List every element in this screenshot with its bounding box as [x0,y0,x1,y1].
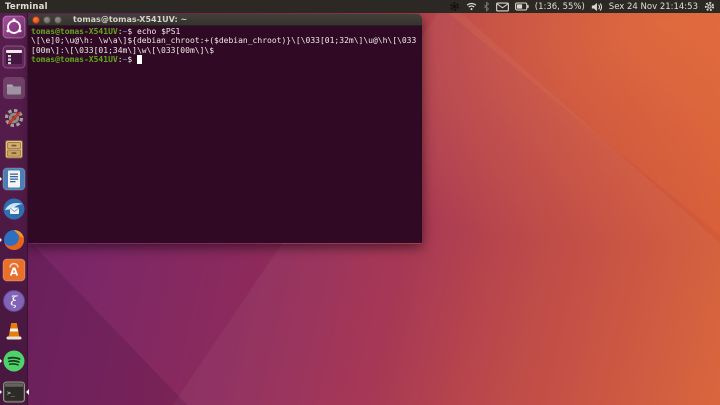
launcher-item-files[interactable] [2,76,26,100]
spotify-icon [2,349,26,373]
battery-icon[interactable] [514,2,529,11]
launcher-item-firefox[interactable] [0,228,26,252]
terminal-icon: >_ [2,380,26,404]
prompt-text: tomas@tomas-X541UV [31,54,118,64]
terminal-text: echo $PS1 [137,27,181,36]
close-button[interactable] [32,15,40,24]
vlc-icon [2,319,26,343]
terminal-line: tomas@tomas-X541UV:~$ echo $PS1 [31,27,419,36]
launcher-item-home-folder[interactable] [2,137,26,161]
desktop-window-icon [2,45,26,69]
launcher-item-settings[interactable] [2,106,26,130]
running-indicator [0,236,2,243]
svg-text:A: A [9,266,18,279]
terminal-screen[interactable]: tomas@tomas-X541UV:~$ echo $PS1 \[\e]0;\u… [28,26,422,243]
session-gear-icon[interactable] [704,1,715,12]
thunderbird-icon [2,197,26,221]
launcher-item-dash[interactable] [2,15,26,39]
window-title: tomas@tomas-X541UV: ~ [73,15,188,24]
svg-text:>_: >_ [7,389,15,397]
bluetooth-icon[interactable] [483,1,490,12]
launcher-item-libreoffice-writer[interactable] [0,167,26,191]
libreoffice-writer-icon [2,167,26,191]
terminal-text: \[\e]0;\u@\h: \w\a\]${debian_chroot:+($d… [31,36,417,46]
desktop: Terminal (1:36, 55%) Sex 24 Nov 21:14:53… [0,0,720,405]
terminal-line: \[\e]0;\u@\h: \w\a\]${debian_chroot:+($d… [31,36,419,45]
running-indicator [0,175,2,182]
top-panel: Terminal (1:36, 55%) Sex 24 Nov 21:14:53 [0,0,720,13]
minimize-button[interactable] [43,15,51,24]
launcher-item-vlc[interactable] [2,319,26,343]
terminal-line: [00m\]:\[\033[01;34m\]\w\[\033[00m\]\$ [31,46,419,55]
volume-icon[interactable] [591,2,603,12]
ubuntu-dash-icon [2,15,26,39]
prompt-text: tomas@tomas-X541UV [31,27,118,36]
terminal-window: tomas@tomas-X541UV: ~ tomas@tomas-X541UV… [28,14,422,244]
mail-icon[interactable] [495,1,509,12]
tray-app-icon[interactable] [449,1,460,12]
running-indicator [0,358,2,365]
active-app-title: Terminal [5,1,48,12]
maximize-button[interactable] [54,15,62,24]
emacs-icon: ξ [2,289,26,313]
terminal-text: $ [127,27,137,36]
terminal-cursor [137,55,142,64]
launcher-item-terminal[interactable]: >_ [0,380,29,404]
titlebar[interactable]: tomas@tomas-X541UV: ~ [28,14,422,26]
ubuntu-software-icon: A [2,258,26,282]
terminal-text: [00m\]:\[\033[01;34m\]\w\[\033[00m\]\$ [31,45,215,55]
home-folder-icon [2,137,26,161]
launcher-item-ubuntu-software[interactable]: A [2,258,26,282]
battery-status-text[interactable]: (1:36, 55%) [535,2,585,12]
svg-text:ξ: ξ [10,294,18,309]
system-settings-icon [2,106,26,130]
launcher: Aξ >_ [0,13,29,405]
terminal-line: tomas@tomas-X541UV:~$ [31,55,419,64]
launcher-item-emacs[interactable]: ξ [2,289,26,313]
terminal-text: $ [127,54,137,64]
file-manager-icon [2,76,26,100]
wifi-icon[interactable] [466,1,477,12]
firefox-icon [2,228,26,252]
focused-indicator [25,388,29,395]
running-indicator [0,388,2,395]
clock[interactable]: Sex 24 Nov 21:14:53 [609,2,698,12]
launcher-item-desktop-window[interactable] [2,45,26,69]
launcher-item-thunderbird[interactable] [2,197,26,221]
system-tray: (1:36, 55%) Sex 24 Nov 21:14:53 [449,1,715,12]
launcher-item-spotify[interactable] [0,349,26,373]
